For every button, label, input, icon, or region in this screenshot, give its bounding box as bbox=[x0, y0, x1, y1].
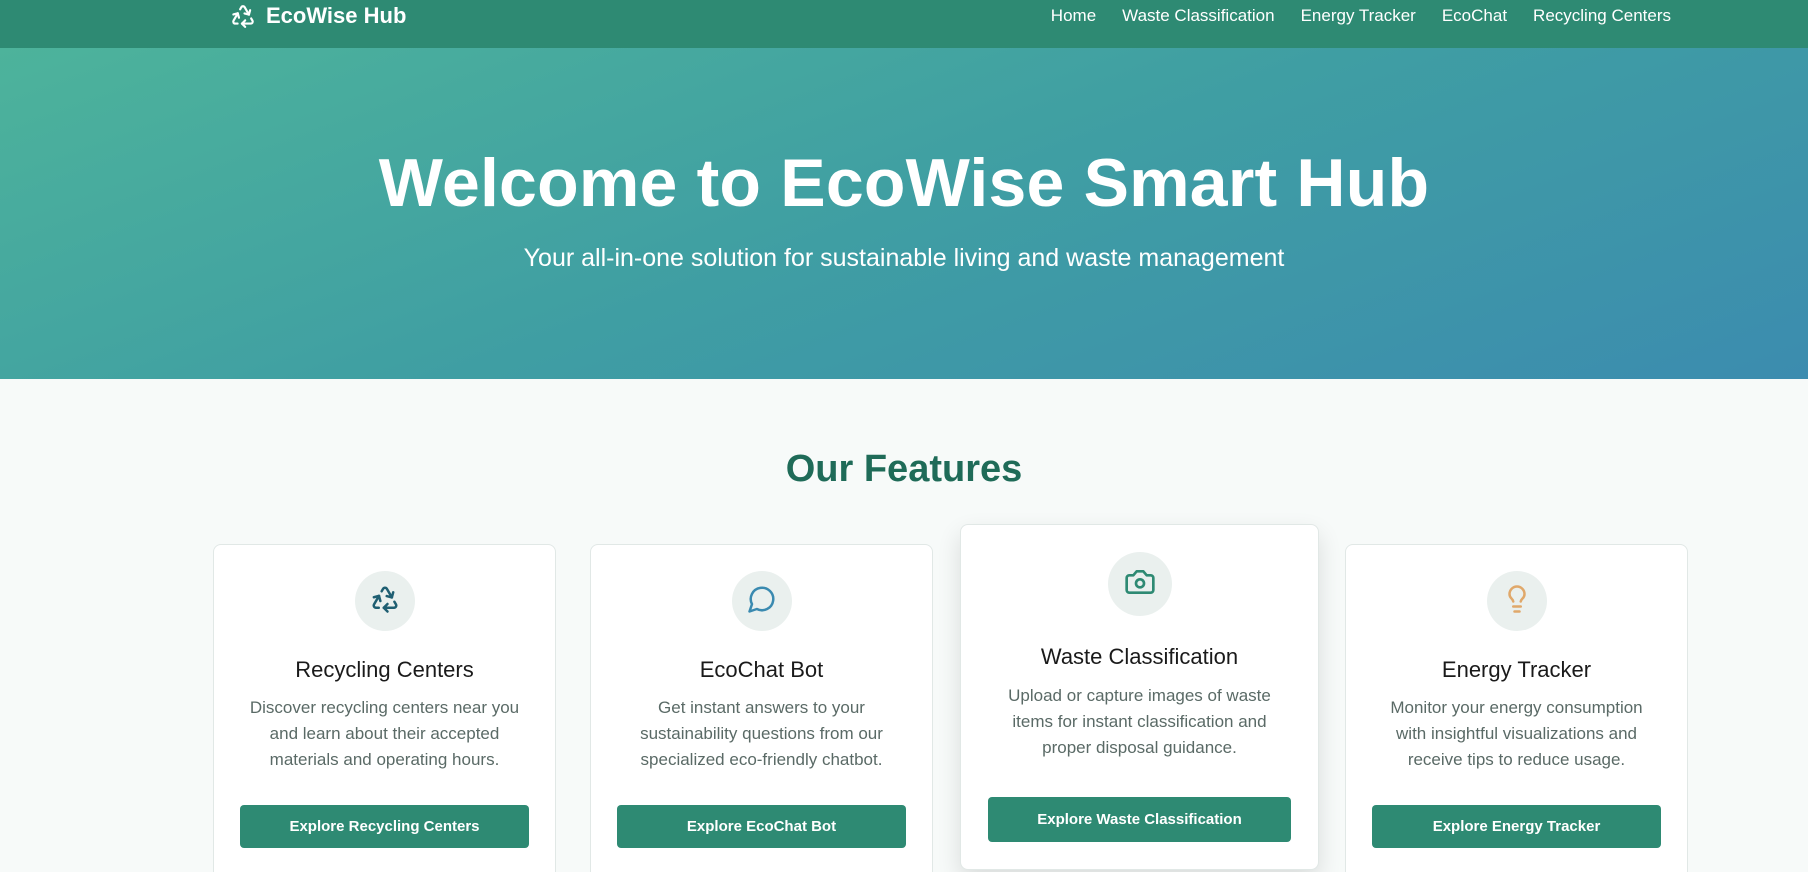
hero-section: Welcome to EcoWise Smart Hub Your all-in… bbox=[0, 48, 1808, 379]
feature-card-ecochat-bot: EcoChat Bot Get instant answers to your … bbox=[590, 544, 933, 872]
brand-link[interactable]: EcoWise Hub bbox=[230, 0, 406, 32]
card-description: Discover recycling centers near you and … bbox=[249, 698, 520, 769]
nav-link-home[interactable]: Home bbox=[1051, 6, 1096, 26]
explore-ecochat-bot-button[interactable]: Explore EcoChat Bot bbox=[617, 805, 906, 848]
card-title: Energy Tracker bbox=[1441, 657, 1592, 682]
hero-title: Welcome to EcoWise Smart Hub bbox=[378, 145, 1430, 221]
card-description: Upload or capture images of waste items … bbox=[1008, 686, 1271, 757]
feature-card-recycling-centers: Recycling Centers Discover recycling cen… bbox=[213, 544, 556, 872]
brand-name: EcoWise Hub bbox=[266, 3, 407, 28]
icon-circle bbox=[354, 571, 415, 631]
feature-card-energy-tracker: Energy Tracker Monitor your energy consu… bbox=[1345, 544, 1688, 872]
hero-subtitle: Your all-in-one solution for sustainable… bbox=[523, 244, 1285, 272]
chat-bubble-icon bbox=[747, 584, 777, 619]
icon-circle bbox=[1107, 552, 1172, 616]
recycle-icon bbox=[370, 584, 400, 619]
explore-recycling-centers-button[interactable]: Explore Recycling Centers bbox=[240, 805, 529, 848]
feature-card-waste-classification: Waste Classification Upload or capture i… bbox=[960, 524, 1319, 870]
recycle-icon bbox=[230, 3, 256, 29]
card-description: Monitor your energy consumption with ins… bbox=[1390, 698, 1643, 769]
card-title: EcoChat Bot bbox=[699, 657, 824, 682]
icon-circle bbox=[731, 571, 792, 631]
card-description: Get instant answers to your sustainabili… bbox=[640, 698, 883, 769]
nav-link-waste-classification[interactable]: Waste Classification bbox=[1122, 6, 1274, 26]
explore-energy-tracker-button[interactable]: Explore Energy Tracker bbox=[1372, 805, 1661, 848]
nav-links: Home Waste Classification Energy Tracker… bbox=[1051, 0, 1671, 32]
explore-waste-classification-button[interactable]: Explore Waste Classification bbox=[988, 797, 1291, 842]
lightbulb-icon bbox=[1502, 584, 1532, 619]
icon-circle bbox=[1486, 571, 1547, 631]
nav-link-recycling-centers[interactable]: Recycling Centers bbox=[1533, 6, 1671, 26]
card-title: Waste Classification bbox=[1040, 644, 1239, 669]
camera-icon bbox=[1124, 566, 1156, 603]
top-navbar: EcoWise Hub Home Waste Classification En… bbox=[0, 0, 1808, 48]
nav-link-energy-tracker[interactable]: Energy Tracker bbox=[1301, 6, 1416, 26]
features-title: Our Features bbox=[785, 448, 1023, 490]
card-title: Recycling Centers bbox=[295, 657, 474, 682]
nav-link-ecochat[interactable]: EcoChat bbox=[1442, 6, 1507, 26]
